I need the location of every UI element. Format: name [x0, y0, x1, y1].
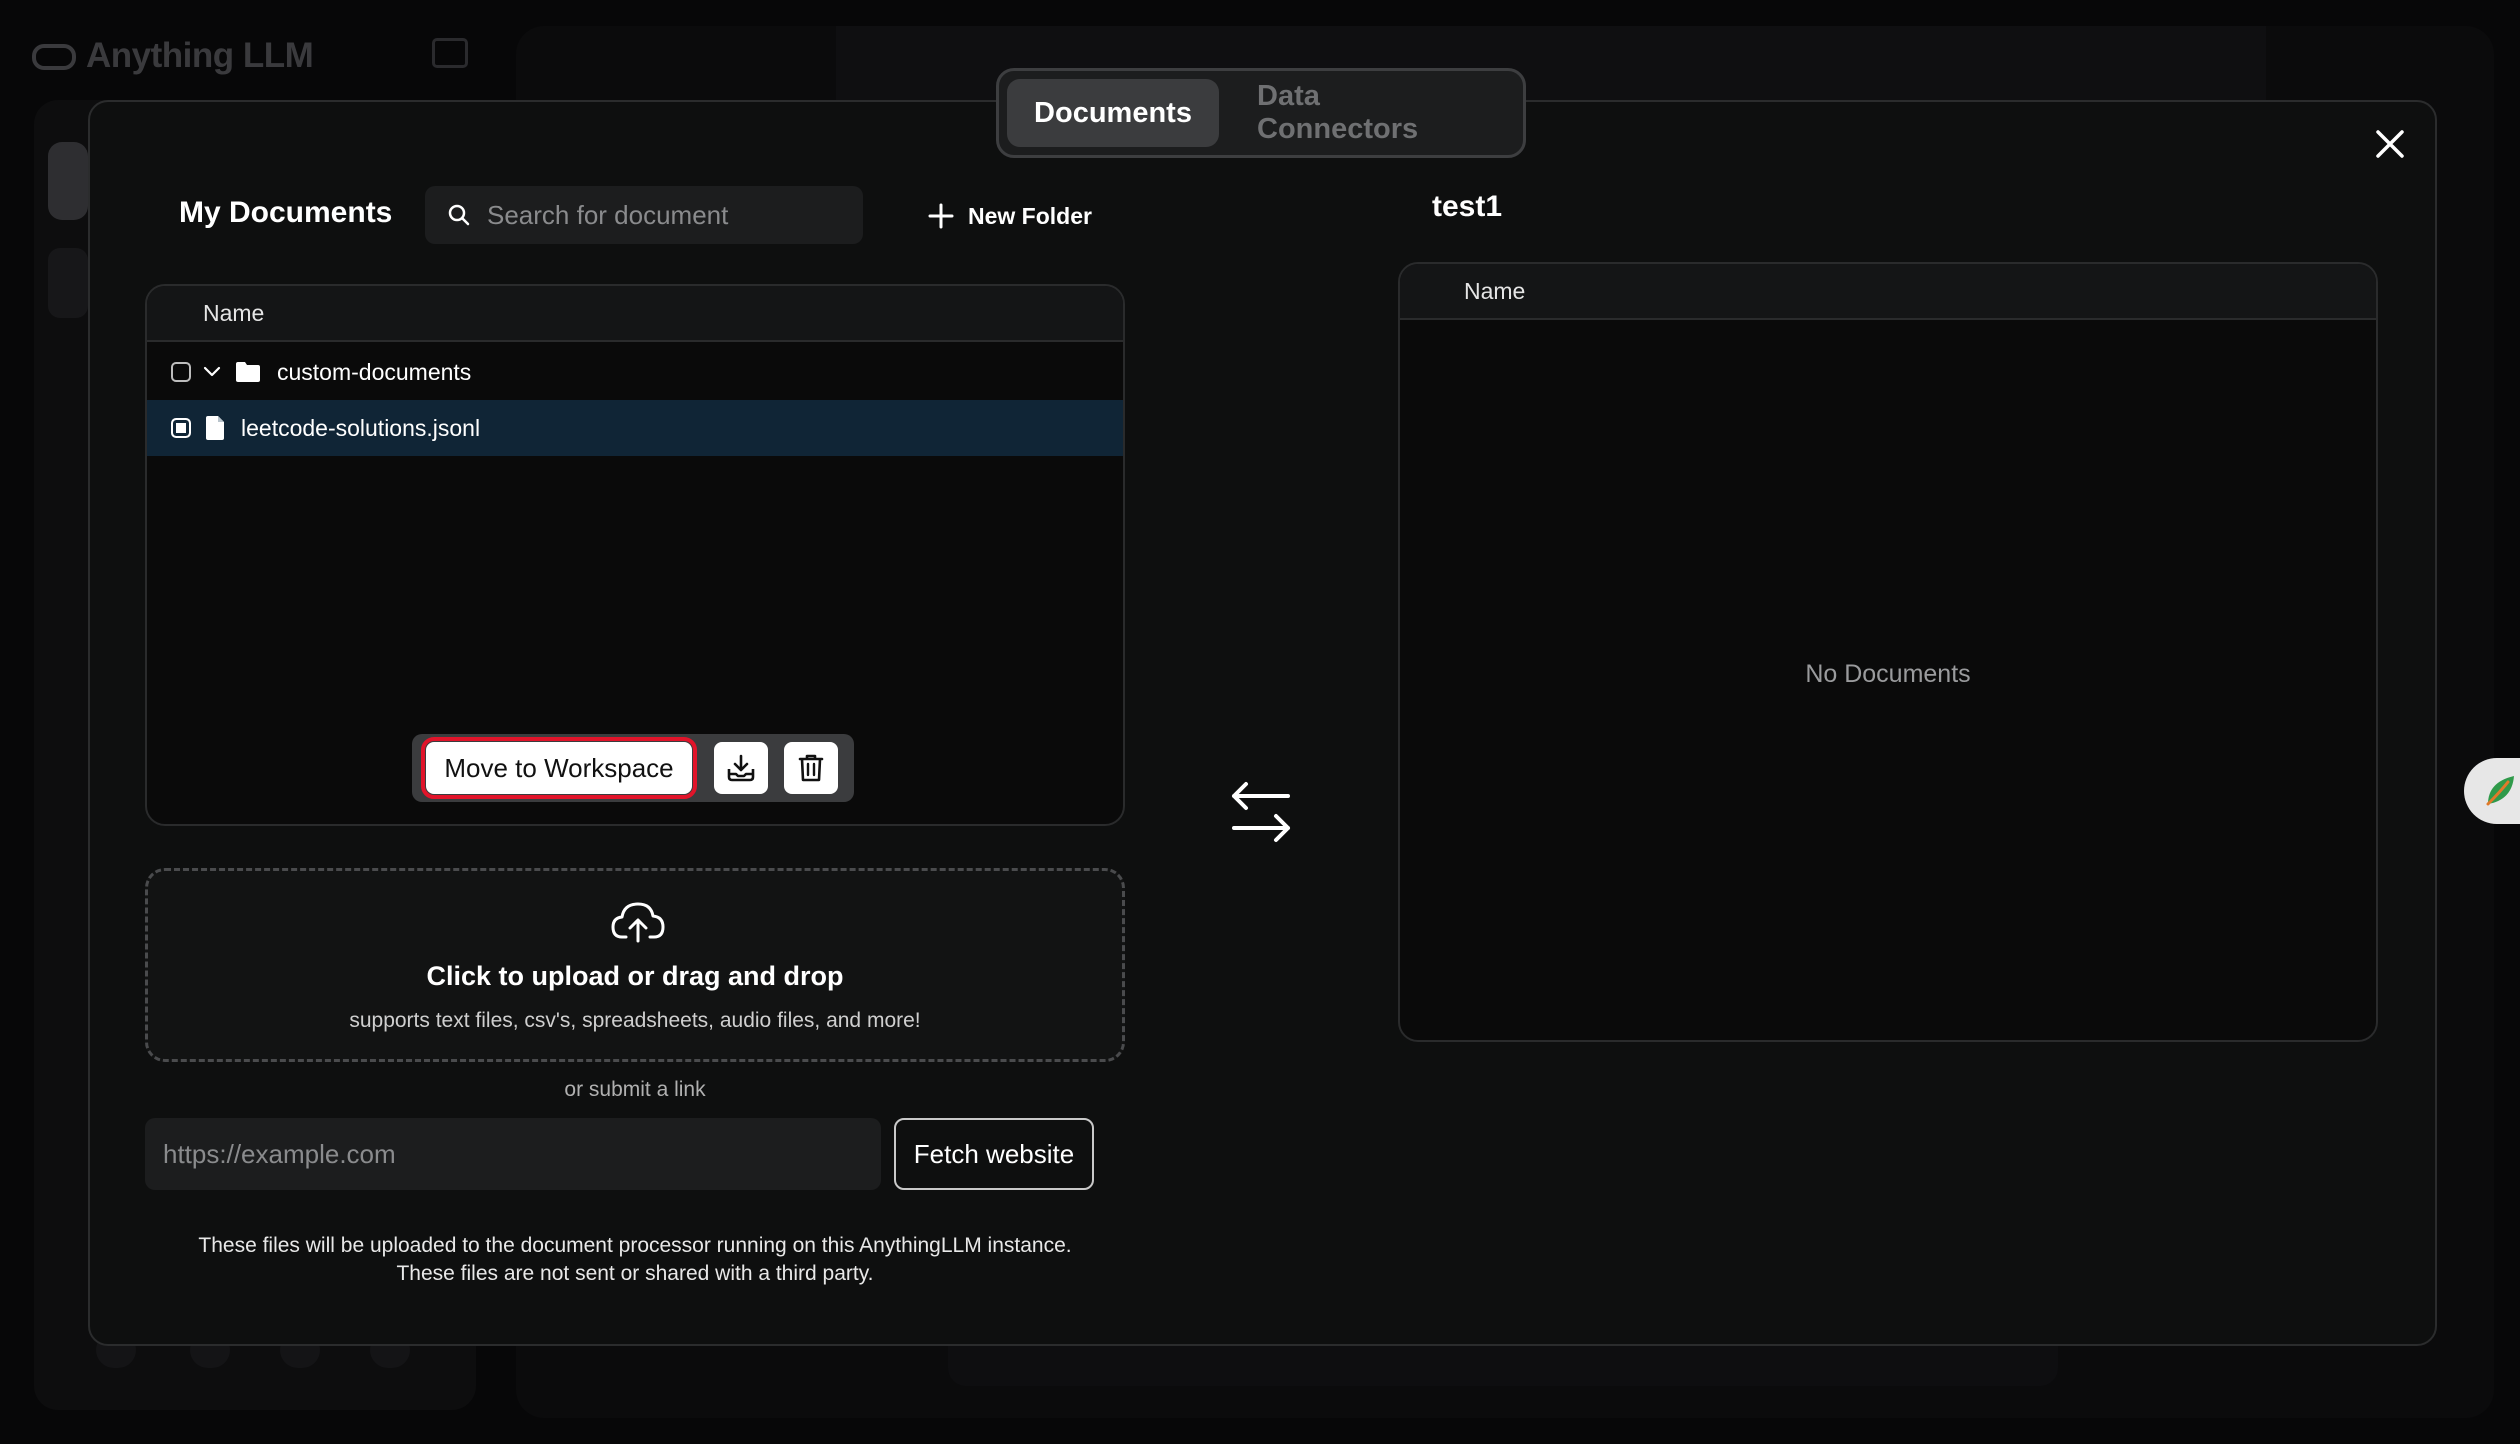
- url-input[interactable]: [145, 1118, 881, 1190]
- column-header-name: Name: [1464, 277, 1526, 304]
- app-logo: Anything LLM: [32, 36, 314, 76]
- logo-mark: [32, 44, 76, 70]
- close-icon[interactable]: [2370, 124, 2410, 164]
- file-name: leetcode-solutions.jsonl: [241, 414, 481, 441]
- submit-link-caption: or submit a link: [564, 1078, 706, 1101]
- sidebar-item: [48, 142, 88, 220]
- cloud-upload-icon: [611, 902, 665, 943]
- workspace-title: test1: [1432, 190, 1503, 223]
- table-row[interactable]: custom-documents: [147, 344, 1123, 400]
- folder-name: custom-documents: [277, 358, 472, 385]
- upload-dropzone[interactable]: Click to upload or drag and drop support…: [145, 868, 1125, 1062]
- plus-icon: [928, 203, 954, 229]
- selection-action-bar: Move to Workspace: [412, 734, 854, 802]
- upload-title: Click to upload or drag and drop: [426, 961, 844, 991]
- file-icon: [206, 416, 224, 440]
- leaf-icon: [2486, 776, 2514, 806]
- privacy-note-line2: These files are not sent or shared with …: [396, 1262, 874, 1285]
- download-button[interactable]: [714, 742, 768, 794]
- table-header: Name: [1400, 264, 2376, 320]
- empty-state-text: No Documents: [1805, 660, 1971, 688]
- modal-tabs: Documents Data Connectors: [996, 68, 1526, 158]
- new-folder-button[interactable]: New Folder: [928, 196, 1092, 236]
- tab-documents[interactable]: Documents: [1007, 79, 1219, 147]
- tab-data-connectors[interactable]: Data Connectors: [1229, 79, 1507, 147]
- folder-icon: [236, 362, 260, 382]
- search-icon: [448, 204, 470, 226]
- chevron-down-icon[interactable]: [201, 361, 223, 383]
- sidebar-toggle-icon: [432, 38, 468, 68]
- workspace-documents-table: Name No Documents: [1398, 262, 2378, 1042]
- document-search[interactable]: [425, 186, 863, 244]
- table-row[interactable]: leetcode-solutions.jsonl: [147, 400, 1123, 456]
- table-header: Name: [147, 286, 1123, 342]
- new-folder-label: New Folder: [968, 202, 1092, 229]
- app-logo-text: Anything LLM: [86, 36, 314, 75]
- move-to-workspace-button[interactable]: Move to Workspace: [421, 737, 697, 799]
- download-tray-icon: [727, 754, 755, 782]
- trash-icon: [798, 754, 824, 782]
- delete-button[interactable]: [784, 742, 838, 794]
- upload-subtitle: supports text files, csv's, spreadsheets…: [349, 1009, 921, 1032]
- row-checkbox[interactable]: [171, 418, 191, 438]
- sidebar-item: [48, 248, 88, 318]
- row-checkbox[interactable]: [171, 362, 191, 382]
- fetch-website-button[interactable]: Fetch website: [894, 1118, 1094, 1190]
- my-documents-title: My Documents: [179, 196, 393, 229]
- search-input[interactable]: [487, 186, 847, 244]
- privacy-note-line1: These files will be uploaded to the docu…: [198, 1234, 1072, 1257]
- swap-arrows-icon: [1226, 780, 1296, 844]
- column-header-name: Name: [203, 299, 265, 326]
